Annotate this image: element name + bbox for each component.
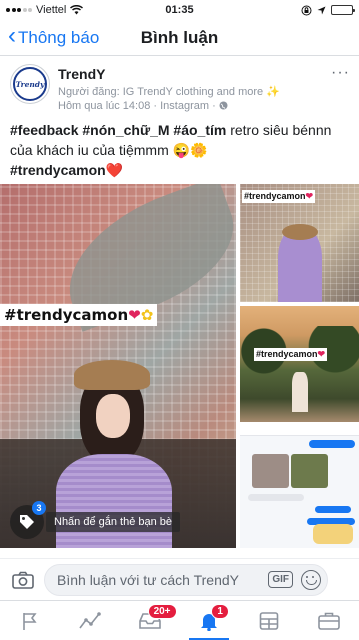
heart-icon: ❤ bbox=[317, 349, 326, 359]
location-icon bbox=[317, 6, 326, 14]
photo-hashtag-sticker: #trendycamon❤ bbox=[254, 348, 328, 361]
camera-button[interactable] bbox=[8, 565, 38, 595]
chat-bubble bbox=[309, 440, 355, 448]
nav-bar: ‹ Thông báo Bình luận bbox=[0, 20, 359, 56]
bucket-hat bbox=[282, 224, 318, 240]
chat-sticker bbox=[313, 524, 353, 544]
globe-icon bbox=[219, 101, 228, 110]
time-line: Hôm qua lúc 14:08 · Instagram · bbox=[58, 100, 228, 112]
emoji-icon[interactable] bbox=[301, 569, 321, 590]
caption-tags[interactable]: #feedback #nón_chữ_M #áo_tím bbox=[10, 122, 226, 138]
main-photo[interactable]: #trendycamon❤✿ bbox=[0, 184, 236, 548]
carrier-name: Viettel bbox=[36, 4, 67, 16]
back-label: Thông báo bbox=[18, 27, 100, 47]
status-bar: Viettel 01:35 bbox=[0, 0, 359, 20]
tab-bar: 20+ 1 bbox=[0, 600, 359, 640]
flower-icon: ✿ bbox=[140, 306, 154, 324]
notifications-badge: 1 bbox=[211, 604, 229, 619]
tab-tools[interactable] bbox=[299, 601, 359, 640]
post-header: Trendy TrendY Người đăng: IG TrendY clot… bbox=[10, 64, 350, 116]
photo-hashtag-sticker: #trendycamon❤✿ bbox=[0, 304, 158, 326]
comment-input[interactable] bbox=[57, 571, 257, 588]
chat-bubble bbox=[248, 494, 304, 501]
photo-right-1[interactable]: #trendycamon❤ bbox=[240, 184, 359, 302]
back-button[interactable]: ‹ Thông báo bbox=[0, 22, 100, 49]
gif-button[interactable]: GIF bbox=[268, 570, 293, 588]
post-caption: #feedback #nón_chữ_M #áo_tím retro siêu … bbox=[10, 120, 352, 180]
wifi-icon bbox=[70, 5, 84, 15]
chat-image bbox=[252, 454, 289, 488]
photo-hashtag-text: #trendycamon bbox=[256, 349, 318, 359]
comment-input-wrapper: GIF bbox=[44, 563, 328, 596]
flag-icon bbox=[23, 612, 37, 630]
tag-button[interactable]: 3 bbox=[10, 501, 46, 539]
lock-rotation-icon bbox=[301, 5, 312, 15]
bucket-hat bbox=[74, 360, 150, 390]
caption-hashtag[interactable]: #trendycamon❤️ bbox=[10, 162, 123, 178]
tab-notifications[interactable]: 1 bbox=[179, 601, 239, 640]
photo-hashtag-sticker: #trendycamon❤ bbox=[242, 190, 316, 203]
battery-icon bbox=[331, 5, 355, 15]
signal-icon bbox=[6, 8, 32, 12]
chat-images bbox=[252, 454, 328, 488]
photo-right-2[interactable]: #trendycamon❤ bbox=[240, 306, 359, 422]
tab-inbox[interactable]: 20+ bbox=[120, 601, 180, 640]
page-title: Bình luận bbox=[140, 27, 219, 47]
chat-bubble bbox=[315, 506, 351, 513]
avatar-logo: Trendy bbox=[13, 67, 47, 101]
page-name[interactable]: TrendY bbox=[58, 66, 105, 82]
photo-right-3-chat-screenshot[interactable] bbox=[240, 426, 359, 548]
chevron-left-icon: ‹ bbox=[8, 22, 16, 49]
photo-hashtag-text: #trendycamon bbox=[244, 191, 306, 201]
photo-hashtag-text: #trendycamon bbox=[4, 306, 129, 324]
tab-pages[interactable] bbox=[0, 601, 60, 640]
heart-icon: ❤ bbox=[128, 306, 141, 324]
comment-bar: GIF bbox=[0, 558, 359, 600]
tab-feed[interactable] bbox=[239, 601, 299, 640]
tag-friends-hint: 3 Nhấn để gắn thẻ bạn bè bbox=[10, 501, 181, 539]
timestamp: Hôm qua lúc 14:08 · Instagram · bbox=[58, 100, 216, 112]
photo-subject-face bbox=[96, 394, 130, 438]
insights-icon bbox=[79, 611, 101, 628]
clock: 01:35 bbox=[165, 4, 194, 16]
tag-count-badge: 3 bbox=[32, 501, 46, 515]
feed-icon bbox=[259, 611, 279, 630]
photo-subject bbox=[292, 372, 308, 412]
chat-header bbox=[240, 426, 359, 436]
avatar[interactable]: Trendy bbox=[10, 64, 50, 104]
more-options-button[interactable]: ··· bbox=[331, 64, 350, 82]
briefcase-icon bbox=[318, 612, 340, 630]
poster-line: Người đăng: IG TrendY clothing and more … bbox=[58, 86, 280, 98]
tab-insights[interactable] bbox=[60, 601, 120, 640]
heart-icon: ❤ bbox=[305, 191, 314, 201]
photo-grid: #trendycamon❤✿ #trendycamon❤ #trendycamo… bbox=[0, 184, 359, 548]
status-right bbox=[301, 5, 355, 16]
chat-image bbox=[291, 454, 328, 488]
camera-icon bbox=[12, 571, 34, 589]
tag-icon bbox=[20, 515, 34, 529]
tag-hint-text: Nhấn để gắn thẻ bạn bè bbox=[46, 512, 181, 532]
status-left: Viettel bbox=[6, 4, 84, 16]
inbox-badge: 20+ bbox=[147, 604, 177, 619]
